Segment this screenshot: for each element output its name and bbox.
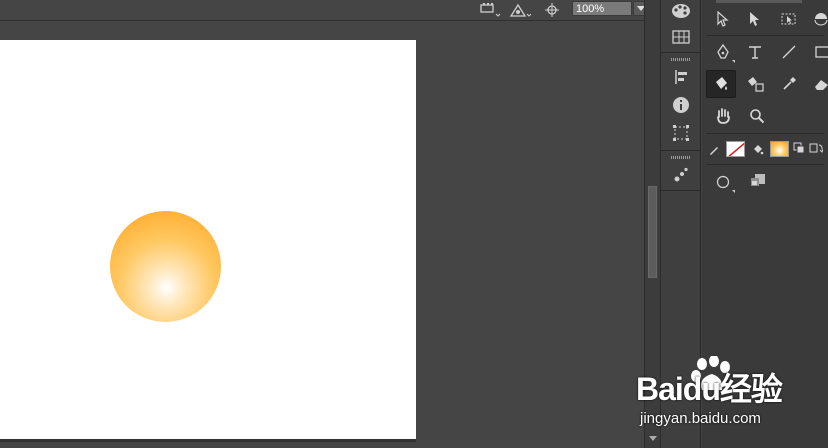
- selection-tool-icon[interactable]: [708, 5, 738, 33]
- symbols-icon[interactable]: [669, 164, 693, 186]
- gradient-circle-shape[interactable]: [110, 211, 221, 322]
- swatches-icon[interactable]: [669, 26, 693, 48]
- zoom-input[interactable]: 100%: [572, 1, 632, 16]
- line-tool-icon[interactable]: [774, 38, 804, 66]
- document-canvas[interactable]: [0, 21, 644, 448]
- eraser-tool-icon[interactable]: [806, 70, 828, 98]
- baidu-watermark: Baidu经验 jingyan.baidu.com: [636, 356, 828, 436]
- scroll-down-arrow-icon[interactable]: [649, 436, 657, 441]
- pen-tool-icon[interactable]: [708, 38, 738, 66]
- watermark-brand: Baidu经验: [636, 371, 783, 407]
- dock-grip-2[interactable]: [671, 156, 691, 159]
- control-bar: 100%: [0, 0, 656, 21]
- scrollbar-thumb[interactable]: [648, 186, 657, 278]
- type-tool-icon[interactable]: [740, 38, 770, 66]
- hand-tool-icon[interactable]: [708, 102, 738, 130]
- fill-bucket-small-icon: [748, 136, 768, 164]
- draw-normal-icon[interactable]: [708, 168, 738, 196]
- info-icon[interactable]: [669, 94, 693, 116]
- direct-selection-tool-icon[interactable]: [740, 5, 770, 33]
- eyedropper-tool-icon[interactable]: [774, 70, 804, 98]
- transform-panel-icon[interactable]: [669, 122, 693, 144]
- zoom-tool-icon[interactable]: [742, 102, 772, 130]
- rectangle-tool-icon[interactable]: [806, 38, 828, 66]
- color-icon[interactable]: [669, 0, 693, 22]
- artboard-shadow: [0, 439, 416, 442]
- tools-panel-header[interactable]: [716, 0, 802, 3]
- paint-bucket-tool-icon[interactable]: [706, 70, 736, 98]
- screen-mode-icon[interactable]: [742, 166, 772, 194]
- dock-grip[interactable]: [671, 58, 691, 61]
- reference-point-icon[interactable]: [540, 1, 564, 18]
- arrange-icon[interactable]: [478, 1, 502, 18]
- stroke-none-swatch[interactable]: [726, 141, 745, 157]
- stroke-pencil-icon: [704, 136, 724, 164]
- swap-fill-stroke-icon[interactable]: [808, 138, 824, 158]
- live-paint-selection-tool-icon[interactable]: [740, 70, 770, 98]
- align-icon[interactable]: [669, 66, 693, 88]
- shape-builder-tool-icon[interactable]: [806, 5, 828, 33]
- default-fill-stroke-icon[interactable]: [792, 138, 806, 158]
- transform-icon[interactable]: [508, 1, 532, 18]
- artboard-tool-icon[interactable]: [774, 5, 804, 33]
- watermark-url: jingyan.baidu.com: [640, 410, 761, 427]
- artboard[interactable]: [0, 40, 416, 439]
- fill-gradient-swatch[interactable]: [770, 141, 789, 157]
- none-slash-icon: [728, 142, 744, 156]
